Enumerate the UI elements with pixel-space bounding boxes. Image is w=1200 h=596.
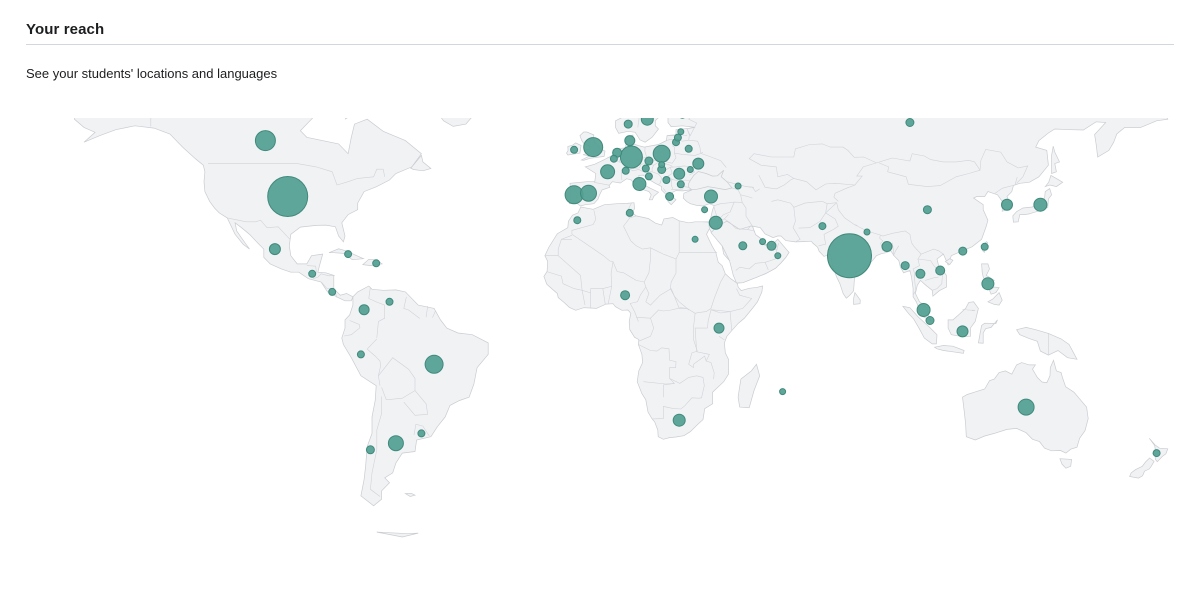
location-bubble-russia[interactable] (905, 118, 915, 127)
land-java (933, 345, 965, 354)
location-bubble-colombia[interactable] (358, 304, 370, 316)
location-bubble-mexico[interactable] (268, 243, 281, 256)
location-bubble-peru[interactable] (356, 350, 365, 359)
location-bubble-malaysia[interactable] (916, 303, 931, 317)
location-bubble-switzerland[interactable] (621, 166, 630, 175)
location-bubble-argentina[interactable] (387, 435, 404, 452)
location-bubble-united-states[interactable] (267, 176, 309, 217)
location-bubble-denmark[interactable] (624, 135, 636, 147)
land-nz-south (1129, 457, 1155, 479)
location-bubble-vietnam[interactable] (935, 265, 946, 276)
location-bubble-uae[interactable] (766, 240, 777, 251)
location-bubble-myanmar[interactable] (900, 261, 910, 271)
location-bubble-bangladesh[interactable] (881, 241, 893, 252)
location-bubble-serbia[interactable] (662, 176, 671, 184)
land-antarctic-tip (376, 531, 419, 538)
location-bubble-costa-rica[interactable] (328, 287, 337, 296)
location-bubble-turkey[interactable] (704, 189, 718, 204)
world-map-svg (74, 118, 1169, 538)
land-sulawesi (977, 319, 998, 344)
location-bubble-uruguay[interactable] (417, 429, 426, 438)
location-bubble-united-kingdom[interactable] (583, 137, 604, 158)
location-bubble-taiwan[interactable] (980, 242, 989, 251)
location-bubble-spain[interactable] (580, 184, 597, 202)
location-bubble-greece[interactable] (665, 192, 675, 201)
location-bubble-georgia[interactable] (734, 182, 742, 190)
location-bubble-india[interactable] (827, 233, 872, 279)
location-bubble-nepal[interactable] (863, 228, 871, 236)
location-bubble-italy[interactable] (632, 177, 647, 191)
location-bubble-estonia[interactable] (677, 128, 685, 136)
location-bubble-japan[interactable] (1033, 197, 1048, 212)
location-bubble-venezuela[interactable] (385, 297, 394, 306)
location-bubble-mauritius[interactable] (779, 388, 787, 396)
location-bubble-czechia[interactable] (644, 156, 654, 166)
location-bubble-ireland[interactable] (570, 145, 579, 154)
location-bubble-austria[interactable] (641, 164, 650, 173)
land-falklands (404, 493, 416, 497)
location-bubble-qatar[interactable] (759, 238, 767, 246)
location-bubble-saudi-arabia[interactable] (738, 241, 748, 251)
location-bubble-norway[interactable] (623, 119, 633, 129)
location-bubble-croatia[interactable] (644, 172, 653, 181)
location-bubble-jordan[interactable] (708, 215, 723, 230)
land-new-guinea (1016, 327, 1078, 360)
location-bubble-chile[interactable] (365, 445, 375, 455)
land-layer (74, 118, 1169, 538)
land-sakhalin (1051, 146, 1060, 174)
land-madagascar (737, 363, 761, 409)
land-baffin (344, 118, 348, 120)
world-map (24, 118, 1176, 586)
location-bubble-sweden[interactable] (640, 118, 654, 126)
location-bubble-south-africa[interactable] (672, 413, 686, 427)
location-bubble-egypt[interactable] (691, 235, 699, 243)
location-bubble-china[interactable] (922, 205, 932, 215)
land-philippines-mindanao (987, 291, 1003, 306)
section-title: Your reach (26, 21, 105, 38)
location-bubble-canada[interactable] (254, 130, 276, 152)
location-bubble-bulgaria[interactable] (676, 180, 685, 189)
location-bubble-kenya[interactable] (713, 322, 725, 334)
land-tasmania (1059, 458, 1072, 469)
location-bubble-poland[interactable] (652, 144, 671, 163)
location-bubble-tunisia[interactable] (625, 208, 634, 217)
location-bubble-brazil[interactable] (424, 354, 444, 374)
location-bubble-thailand[interactable] (915, 268, 926, 279)
location-bubble-moldova[interactable] (686, 166, 694, 173)
location-bubble-singapore[interactable] (925, 316, 935, 325)
location-bubble-cuba[interactable] (344, 250, 353, 259)
location-bubble-indonesia[interactable] (956, 325, 969, 338)
location-bubble-guatemala[interactable] (308, 269, 317, 278)
location-bubble-romania[interactable] (673, 167, 686, 180)
location-bubble-belgium[interactable] (609, 154, 618, 163)
location-bubble-cyprus[interactable] (701, 206, 709, 214)
location-bubble-belarus[interactable] (684, 144, 693, 153)
land-south-america (341, 285, 489, 507)
land-north-america (74, 118, 422, 302)
location-bubble-france[interactable] (600, 164, 616, 180)
location-bubble-philippines[interactable] (981, 277, 995, 291)
header-divider (26, 44, 1174, 45)
location-bubble-nigeria[interactable] (620, 290, 631, 301)
land-hokkaido (1044, 174, 1064, 188)
location-bubble-pakistan[interactable] (818, 222, 827, 231)
location-bubble-new-zealand[interactable] (1152, 449, 1161, 458)
location-bubble-australia[interactable] (1017, 398, 1035, 416)
location-bubble-oman[interactable] (774, 252, 782, 260)
section-subtitle: See your students' locations and languag… (26, 66, 278, 81)
location-bubble-morocco[interactable] (573, 216, 582, 225)
land-greenland (441, 118, 472, 127)
location-bubble-dominican-republic[interactable] (372, 259, 381, 268)
land-sri-lanka (853, 291, 861, 305)
location-bubble-slovakia[interactable] (658, 161, 666, 169)
location-bubble-germany[interactable] (619, 145, 643, 169)
location-bubble-ukraine[interactable] (692, 157, 705, 170)
location-bubble-hong-kong[interactable] (958, 246, 968, 256)
location-bubble-south-korea[interactable] (1001, 198, 1013, 211)
